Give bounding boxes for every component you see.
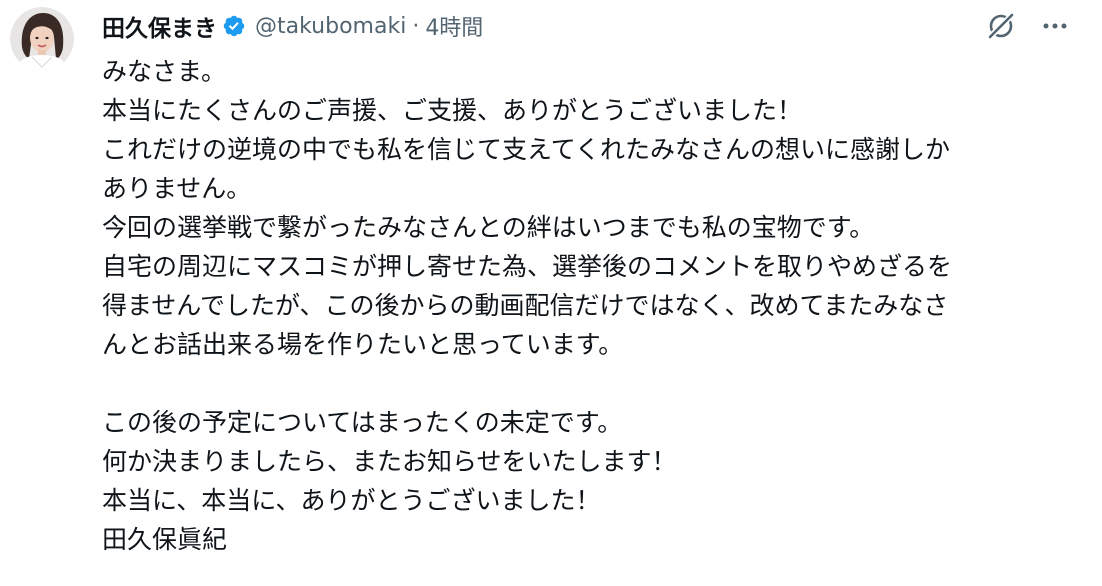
tweet-card[interactable]: 田久保まき @takubomaki · 4時間 みなさま。 本当にたくさんのご声…	[0, 0, 1102, 586]
more-horizontal-icon	[1043, 23, 1067, 29]
grok-icon	[986, 11, 1016, 41]
display-name[interactable]: 田久保まき	[102, 9, 217, 43]
timestamp[interactable]: 4時間	[425, 10, 483, 42]
tweet-line: 本当にたくさんのご声援、ご支援、ありがとうございました！	[102, 96, 803, 125]
grok-button[interactable]	[984, 9, 1018, 43]
tweet-line: んとお話出来る場を作りたいと思っています。	[102, 330, 624, 359]
avatar[interactable]	[10, 7, 74, 71]
tweet-line: 本当に、本当に、ありがとうございました！	[102, 486, 601, 515]
tweet-signature: 田久保眞紀	[102, 525, 228, 554]
tweet-line: 何か決まりましたら、またお知らせをいたします！	[102, 447, 677, 476]
tweet-line: みなさま。	[102, 57, 227, 86]
tweet-line: 今回の選挙戦で繋がったみなさんとの絆はいつまでも私の宝物です。	[102, 213, 875, 242]
tweet-text: みなさま。 本当にたくさんのご声援、ご支援、ありがとうございました！ これだけの…	[102, 52, 1092, 559]
tweet-line-blank	[102, 364, 1092, 403]
tweet-line: ありません。	[102, 174, 252, 203]
user-handle[interactable]: @takubomaki	[255, 14, 406, 39]
verified-badge-icon	[222, 14, 246, 38]
tweet-header: 田久保まき @takubomaki · 4時間	[102, 6, 483, 46]
avatar-photo-icon	[10, 7, 74, 71]
tweet-line: 自宅の周辺にマスコミが押し寄せた為、選挙後のコメントを取りやめざるを	[102, 252, 953, 281]
more-button[interactable]	[1038, 9, 1072, 43]
tweet-line: この後の予定についてはまったくの未定です。	[102, 408, 623, 437]
tweet-actions	[984, 9, 1072, 43]
tweet-line: これだけの逆境の中でも私を信じて支えてくれたみなさんの想いに感謝しか	[102, 135, 951, 164]
tweet-line: 得ませんでしたが、この後からの動画配信だけではなく、改めてまたみなさ	[102, 291, 949, 320]
separator-dot: ·	[412, 13, 420, 39]
